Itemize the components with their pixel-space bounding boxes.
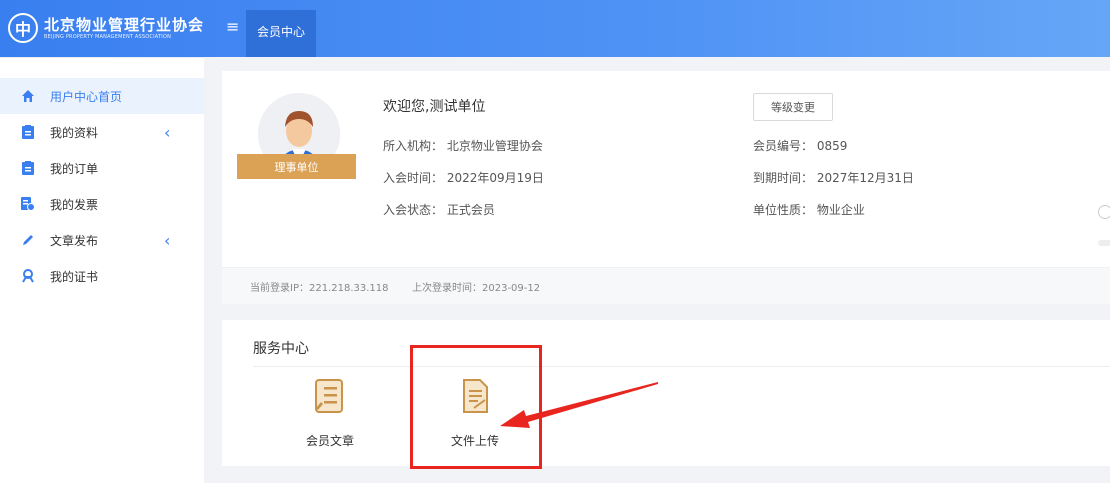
tab-member-center[interactable]: 会员中心 <box>246 10 316 57</box>
sidebar-item-label: 文章发布 <box>50 233 99 248</box>
sidebar-item-invoices[interactable]: 我的发票 <box>0 186 204 222</box>
org-label: 所入机构： <box>383 139 444 153</box>
join-status-row: 入会状态： 正式会员 <box>383 201 495 218</box>
member-no-label: 会员编号： <box>753 139 814 153</box>
invoice-icon <box>20 196 36 212</box>
sidebar-item-label: 我的订单 <box>50 161 99 176</box>
sidebar-item-label: 我的资料 <box>50 125 99 140</box>
service-label: 会员文章 <box>305 434 354 448</box>
pen-icon <box>20 232 36 248</box>
divider <box>253 366 1110 367</box>
association-logo[interactable]: 中 北京物业管理行业协会 BEIJING PROPERTY MANAGEMENT… <box>8 10 204 46</box>
top-header: 中 北京物业管理行业协会 BEIJING PROPERTY MANAGEMENT… <box>0 0 1110 57</box>
join-status-value: 正式会员 <box>446 203 495 217</box>
join-status-label: 入会状态： <box>383 203 444 217</box>
membership-level-badge: 理事单位 <box>237 154 356 179</box>
sidebar-item-home[interactable]: 用户中心首页 <box>0 78 204 114</box>
logo-subtitle: BEIJING PROPERTY MANAGEMENT ASSOCIATION <box>44 33 172 40</box>
chevron-left-icon[interactable]: ‹ <box>164 123 170 142</box>
order-icon <box>20 160 36 176</box>
join-time-label: 入会时间： <box>383 171 444 185</box>
login-info-bar: 当前登录IP：221.218.33.118 上次登录时间：2023-09-12 <box>222 267 1110 304</box>
sidebar-item-label: 用户中心首页 <box>50 89 123 104</box>
service-center-title: 服务中心 <box>253 341 309 357</box>
sidebar: 用户中心首页 我的资料 ‹ 我的订单 我的发票 文章发布 ‹ 我的证书 <box>0 57 204 483</box>
welcome-message: 欢迎您,测试单位 <box>383 99 486 115</box>
last-login-time: 上次登录时间：2023-09-12 <box>412 283 541 294</box>
sidebar-item-article-publish[interactable]: 文章发布 ‹ <box>0 222 204 258</box>
sidebar-item-orders[interactable]: 我的订单 <box>0 150 204 186</box>
org-row: 所入机构： 北京物业管理协会 <box>383 137 543 154</box>
member-profile-card: 理事单位 欢迎您,测试单位 所入机构： 北京物业管理协会 入会时间： 2022年… <box>222 71 1110 304</box>
member-no-value: 0859 <box>816 139 848 153</box>
sidebar-item-label: 我的证书 <box>50 269 99 284</box>
scroll-track <box>1098 240 1110 246</box>
profile-icon <box>20 124 36 140</box>
logo-emblem-icon: 中 <box>8 13 38 43</box>
member-no-row: 会员编号： 0859 <box>753 137 847 154</box>
unit-type-label: 单位性质： <box>753 203 814 217</box>
service-member-articles[interactable]: 会员文章 <box>290 376 370 456</box>
sidebar-item-label: 我的发票 <box>50 197 99 212</box>
join-time-row: 入会时间： 2022年09月19日 <box>383 169 544 186</box>
pointer-arrow-icon <box>500 382 658 428</box>
expire-row: 到期时间： 2027年12月31日 <box>753 169 914 186</box>
org-value: 北京物业管理协会 <box>446 139 543 153</box>
article-icon <box>312 378 348 414</box>
scroll-handle[interactable] <box>1098 205 1110 219</box>
service-center-card: 服务中心 会员文章 文件上传 <box>222 320 1110 466</box>
hamburger-icon[interactable]: ≡ <box>226 19 239 35</box>
chevron-left-icon[interactable]: ‹ <box>164 231 170 250</box>
join-time-value: 2022年09月19日 <box>446 171 544 185</box>
logo-title: 北京物业管理行业协会 <box>44 15 205 34</box>
level-change-button[interactable]: 等级变更 <box>753 93 833 121</box>
login-ip: 当前登录IP：221.218.33.118 <box>250 283 389 294</box>
expire-label: 到期时间： <box>753 171 814 185</box>
certificate-icon <box>20 268 36 284</box>
expire-value: 2027年12月31日 <box>816 171 914 185</box>
sidebar-item-certificates[interactable]: 我的证书 <box>0 258 204 294</box>
home-icon <box>20 88 36 104</box>
unit-type-value: 物业企业 <box>816 203 865 217</box>
unit-type-row: 单位性质： 物业企业 <box>753 201 865 218</box>
sidebar-item-profile[interactable]: 我的资料 ‹ <box>0 114 204 150</box>
